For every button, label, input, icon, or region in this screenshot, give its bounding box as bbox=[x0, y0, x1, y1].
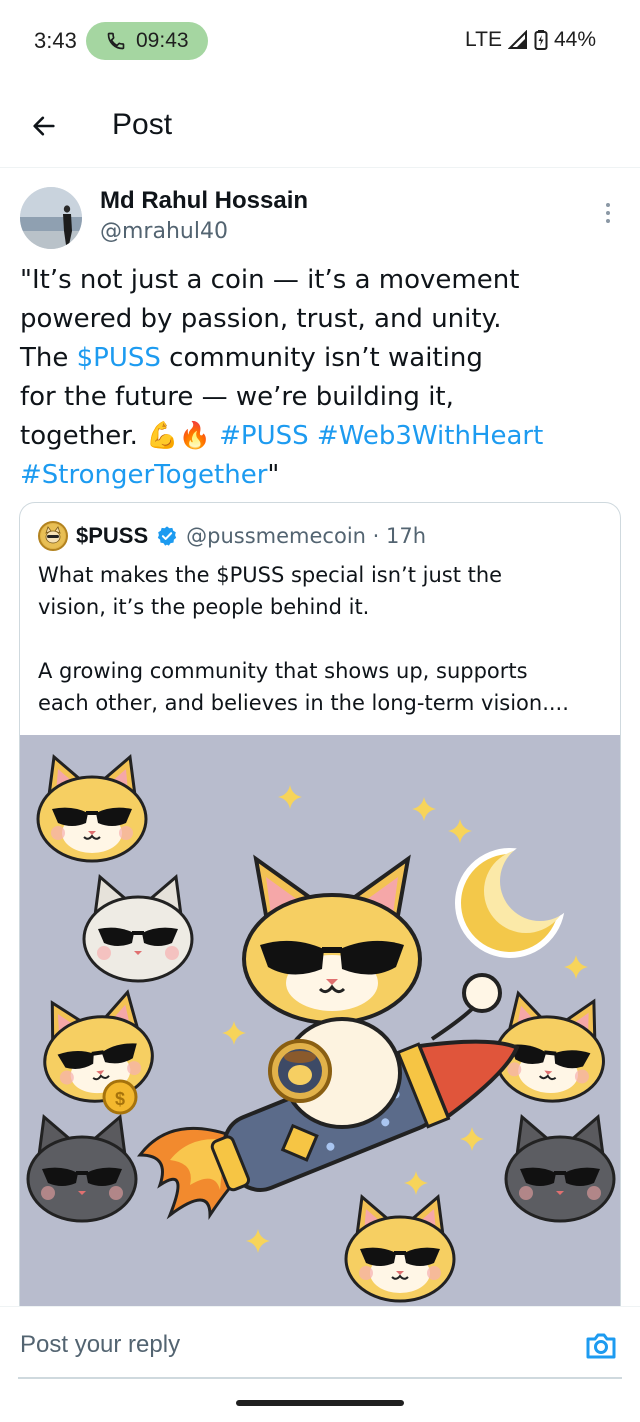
status-time: 3:43 bbox=[34, 28, 77, 53]
cashtag-link[interactable]: $PUSS bbox=[77, 343, 161, 373]
post-body: "It’s not just a coin — it’s a movement … bbox=[20, 261, 610, 495]
more-dot bbox=[606, 211, 610, 215]
quoted-line: A growing community that shows up, suppo… bbox=[38, 659, 528, 683]
quoted-author-avatar bbox=[38, 521, 68, 551]
hashtag-link[interactable]: #StrongerTogether bbox=[20, 460, 267, 490]
author-avatar[interactable] bbox=[20, 187, 82, 249]
battery-percent: 44% bbox=[553, 28, 596, 51]
quoted-post-image[interactable]: $ bbox=[20, 735, 620, 1321]
hashtag-link[interactable]: #Web3WithHeart bbox=[317, 421, 543, 451]
author-handle[interactable]: @mrahul40 bbox=[100, 219, 228, 244]
top-app-bar: Post bbox=[0, 90, 640, 168]
author-name[interactable]: Md Rahul Hossain bbox=[100, 187, 308, 215]
back-button[interactable] bbox=[22, 104, 66, 148]
home-indicator[interactable] bbox=[236, 1400, 404, 1406]
cats-rocket-illustration: $ bbox=[20, 735, 620, 1321]
post-line: "It’s not just a coin — it’s a movement bbox=[20, 265, 520, 295]
post-text-fragment: " bbox=[267, 460, 280, 490]
avatar-photo bbox=[20, 187, 82, 249]
network-type: LTE bbox=[465, 28, 502, 51]
post-line: together. 💪🔥 #PUSS #Web3WithHeart bbox=[20, 417, 610, 456]
phone-icon bbox=[107, 32, 125, 50]
camera-button[interactable] bbox=[584, 1329, 618, 1363]
post-text-fragment bbox=[309, 421, 317, 451]
verified-badge-icon bbox=[157, 526, 177, 546]
quoted-post-card[interactable]: $PUSS @pussmemecoin · 17h What makes the… bbox=[19, 502, 621, 1322]
quoted-author-handle-time: @pussmemecoin · 17h bbox=[186, 524, 427, 548]
page-title: Post bbox=[112, 108, 173, 141]
ongoing-call-pill[interactable]: 09:43 bbox=[86, 22, 208, 60]
quoted-line: each other, and believes in the long-ter… bbox=[38, 691, 569, 715]
post-line: The $PUSS community isn’t waiting bbox=[20, 339, 610, 378]
post-text-fragment: together. 💪🔥 bbox=[20, 421, 220, 451]
post-line: for the future — we’re building it, bbox=[20, 382, 454, 412]
camera-icon bbox=[586, 1333, 616, 1359]
hashtag-link[interactable]: #PUSS bbox=[219, 421, 309, 451]
quoted-author-name: $PUSS bbox=[76, 523, 149, 548]
quoted-post-body: What makes the $PUSS special isn’t just … bbox=[38, 559, 608, 719]
svg-text:$: $ bbox=[115, 1089, 125, 1109]
status-bar: 3:43 09:43 LTE 44% bbox=[0, 0, 640, 80]
quoted-post-header: $PUSS @pussmemecoin · 17h bbox=[38, 521, 426, 551]
quoted-line: vision, it’s the people behind it. bbox=[38, 595, 370, 619]
battery-icon bbox=[534, 30, 548, 50]
more-options-button[interactable] bbox=[596, 201, 620, 225]
arrow-left-icon bbox=[33, 116, 55, 136]
post-line: powered by passion, trust, and unity. bbox=[20, 304, 502, 334]
status-indicators: LTE 44% bbox=[465, 28, 596, 52]
post-line: #StrongerTogether" bbox=[20, 456, 610, 495]
more-dot bbox=[606, 219, 610, 223]
reply-bar: Post your reply bbox=[0, 1306, 640, 1382]
post-text-fragment: community isn’t waiting bbox=[160, 343, 483, 373]
reply-input[interactable]: Post your reply bbox=[20, 1331, 180, 1359]
cat-coin-icon bbox=[41, 524, 65, 548]
quoted-line: What makes the $PUSS special isn’t just … bbox=[38, 563, 503, 587]
post-text-fragment: The bbox=[20, 343, 77, 373]
call-timer: 09:43 bbox=[136, 29, 189, 52]
signal-icon bbox=[507, 30, 527, 49]
more-dot bbox=[606, 203, 610, 207]
reply-underline bbox=[18, 1377, 622, 1379]
